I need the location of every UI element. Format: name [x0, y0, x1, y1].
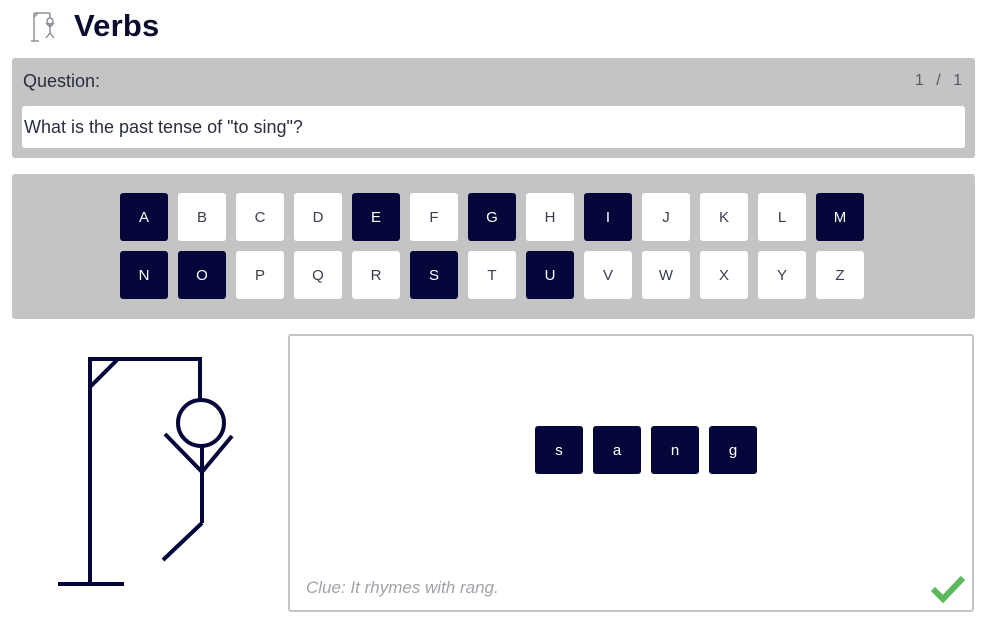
letter-key-k[interactable]: K: [700, 193, 748, 241]
letter-key-a[interactable]: A: [120, 193, 168, 241]
question-label: Question:: [23, 71, 101, 91]
letter-key-h[interactable]: H: [526, 193, 574, 241]
letter-key-l[interactable]: L: [758, 193, 806, 241]
answer-letter: a: [593, 426, 641, 474]
hangman-left-leg: [161, 521, 204, 562]
letter-key-g[interactable]: G: [468, 193, 516, 241]
letter-key-w[interactable]: W: [642, 251, 690, 299]
question-text: What is the past tense of "to sing"?: [22, 106, 965, 148]
letter-key-x[interactable]: X: [700, 251, 748, 299]
letter-keyboard: ABCDEFGHIJKLM NOPQRSTUVWXYZ: [12, 174, 975, 319]
hangman-icon: [31, 12, 55, 42]
letter-key-c[interactable]: C: [236, 193, 284, 241]
hangman-page: Verbs Question: 1 / 1 What is the past t…: [0, 0, 988, 618]
clue-text: Clue: It rhymes with rang.: [306, 578, 499, 597]
hangman-head: [176, 398, 226, 448]
letter-key-j[interactable]: J: [642, 193, 690, 241]
hangman-drawing: [58, 357, 234, 586]
letter-key-q[interactable]: Q: [294, 251, 342, 299]
letter-key-z[interactable]: Z: [816, 251, 864, 299]
letter-key-i[interactable]: I: [584, 193, 632, 241]
answer-letter: s: [535, 426, 583, 474]
header: Verbs: [30, 6, 159, 46]
letter-key-e[interactable]: E: [352, 193, 400, 241]
check-icon: [930, 575, 966, 604]
question-counter: 1 / 1: [914, 72, 963, 89]
letter-key-n[interactable]: N: [120, 251, 168, 299]
answer-word: sang: [535, 426, 757, 474]
answer-letter: n: [651, 426, 699, 474]
letter-key-d[interactable]: D: [294, 193, 342, 241]
letter-row-2: NOPQRSTUVWXYZ: [120, 251, 864, 299]
gallows-brace: [88, 357, 120, 389]
question-panel: Question: 1 / 1 What is the past tense o…: [12, 58, 975, 158]
letter-key-u[interactable]: U: [526, 251, 574, 299]
letter-row-1: ABCDEFGHIJKLM: [120, 193, 864, 241]
letter-key-v[interactable]: V: [584, 251, 632, 299]
letter-key-t[interactable]: T: [468, 251, 516, 299]
letter-key-b[interactable]: B: [178, 193, 226, 241]
letter-key-f[interactable]: F: [410, 193, 458, 241]
letter-key-m[interactable]: M: [816, 193, 864, 241]
answer-letter: g: [709, 426, 757, 474]
answer-panel: sang Clue: It rhymes with rang.: [288, 334, 974, 612]
letter-key-s[interactable]: S: [410, 251, 458, 299]
letter-key-y[interactable]: Y: [758, 251, 806, 299]
letter-key-o[interactable]: O: [178, 251, 226, 299]
letter-key-r[interactable]: R: [352, 251, 400, 299]
page-title: Verbs: [74, 8, 160, 43]
letter-key-p[interactable]: P: [236, 251, 284, 299]
